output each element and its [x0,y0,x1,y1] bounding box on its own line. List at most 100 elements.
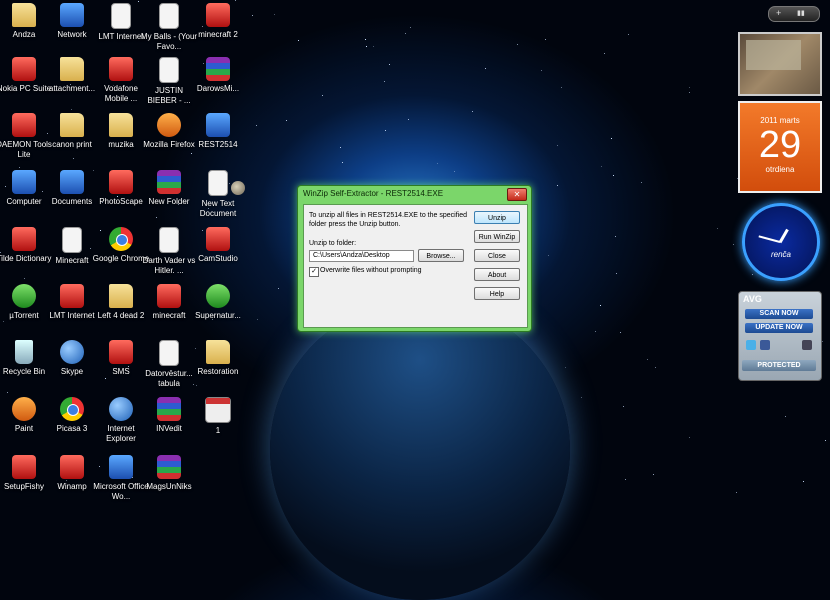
star [611,138,612,139]
star [19,167,20,168]
desktop-icon-label: MagsUnNiks [146,482,192,491]
installer-icon [206,113,230,137]
gadget-nav-icon[interactable]: ▮▮ [797,9,805,17]
app-icon [12,455,36,479]
star [235,0,236,1]
star [565,367,566,368]
firefox-icon [157,113,181,137]
star [73,158,74,159]
star [191,153,192,154]
star [298,40,299,41]
star [604,53,605,54]
app-icon [206,227,230,251]
app-icon [60,284,84,308]
twitter-icon[interactable] [746,340,756,350]
app-icon [12,57,36,81]
desktop-icon[interactable]: DarowsMi... [189,57,247,94]
star [71,109,72,110]
close-button[interactable]: Close [474,249,520,262]
slideshow-gadget[interactable] [738,32,822,96]
star [689,87,690,88]
help-button[interactable]: Help [474,287,520,300]
desktop-icon[interactable]: Supernatur... [189,284,247,321]
folder-icon [60,57,84,81]
overwrite-label: Overwrite files without prompting [320,267,422,274]
star [548,255,549,256]
star [410,27,411,28]
star [601,166,602,167]
close-icon[interactable]: ✕ [507,188,527,201]
desktop-icon[interactable]: MagsUnNiks [140,455,198,492]
star [274,14,275,15]
star [628,34,629,35]
dialog-body: To unzip all files in REST2514.EXE to th… [303,204,528,328]
dialog-titlebar[interactable]: WinZip Self-Extractor - REST2514.EXE ✕ [298,186,531,202]
star [3,321,4,322]
desktop-icon[interactable]: Restoration [189,340,247,377]
star [278,288,279,289]
dialog-message: To unzip all files in REST2514.EXE to th… [309,212,467,228]
folder-icon [12,3,36,27]
desktop-icon-label: New Text Document [199,199,237,218]
star [581,397,582,398]
star [405,33,406,34]
star [252,15,253,16]
desktop-icon[interactable]: REST2514 [189,113,247,150]
facebook-icon[interactable] [760,340,770,350]
star [653,474,654,475]
star [689,437,690,438]
archive-icon [157,397,181,421]
avg-scan-button[interactable]: SCAN NOW [745,309,813,319]
star [620,332,621,333]
star [385,130,386,131]
star [366,46,367,47]
star [647,359,648,360]
star [752,274,753,275]
star [625,479,626,480]
desktop-icon[interactable]: New Text Document [189,170,247,219]
picasa-icon [60,397,84,421]
desktop-icon[interactable]: CamStudio [189,227,247,264]
clock-signature: renča [770,250,791,259]
browse-button[interactable]: Browse... [418,249,464,262]
document-icon [159,227,179,253]
star [655,367,656,368]
star [545,39,546,40]
star [733,244,734,245]
star [156,217,157,218]
app-icon [109,340,133,364]
unzip-folder-input[interactable] [309,250,414,262]
chrome-icon [109,227,133,251]
run-winzip-button[interactable]: Run WinZip [474,230,520,243]
star [615,236,616,237]
star [373,46,374,47]
app-icon [206,3,230,27]
add-gadget-icon[interactable]: + [776,8,781,18]
star [825,440,826,441]
star [342,162,343,163]
clock-gadget[interactable]: renča [742,203,820,281]
about-button[interactable]: About [474,268,520,281]
archive-icon [206,57,230,81]
skype-icon [60,340,84,364]
clock-hour-hand [778,228,789,244]
star [24,278,25,279]
documents-icon [60,170,84,194]
calendar-gadget[interactable]: 2011 marts 29 otrdiena [738,101,822,193]
avg-update-button[interactable]: UPDATE NOW [745,323,813,333]
desktop-icon[interactable]: 1 [189,397,247,436]
unzip-button[interactable]: Unzip [474,211,520,224]
desktop-icon-label: CamStudio [198,254,238,263]
avg-logo: AVG [743,294,762,304]
overwrite-checkbox[interactable]: ✓ [309,267,319,277]
planet-wallpaper [270,300,570,600]
app-icon [12,227,36,251]
settings-icon[interactable] [802,340,812,350]
desktop-icon[interactable]: minecraft 2 [189,3,247,40]
star [822,341,823,342]
desktop-icon-label: Restoration [197,367,239,376]
star [384,81,385,82]
calendar-day: 29 [758,124,802,166]
recycle-bin-icon [15,340,33,364]
star [340,147,341,148]
